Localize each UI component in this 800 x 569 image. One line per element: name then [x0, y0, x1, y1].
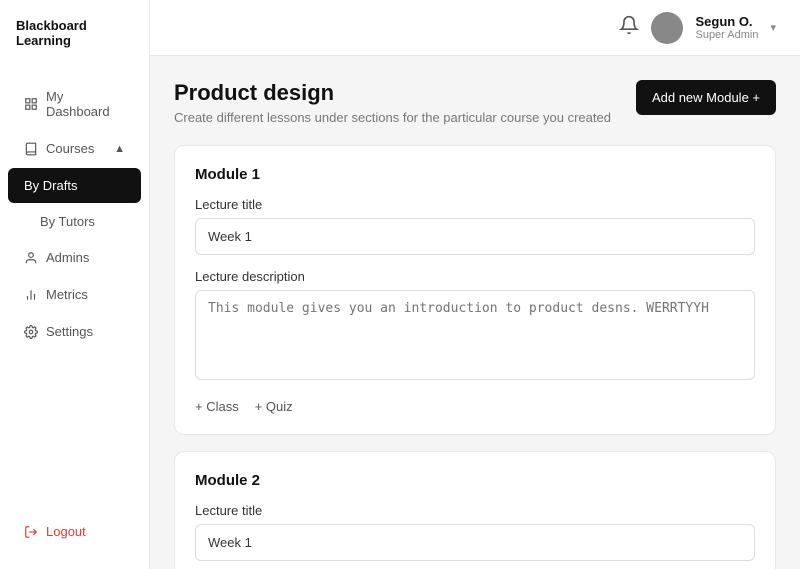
book-icon — [24, 142, 38, 156]
page-header: Product design Create different lessons … — [174, 80, 776, 125]
module-1-add-class-button[interactable]: + Class — [195, 399, 239, 414]
sidebar: Blackboard Learning My Dashboard Courses… — [0, 0, 150, 569]
logout-label: Logout — [46, 524, 86, 539]
sidebar-item-settings-label: Settings — [46, 324, 93, 339]
main-content: Segun O. Super Admin ▾ Product design Cr… — [150, 0, 800, 569]
bar-chart-icon — [24, 288, 38, 302]
logout-button[interactable]: Logout — [8, 514, 141, 549]
sidebar-item-by-drafts-label: By Drafts — [24, 178, 77, 193]
module-1-title: Module 1 — [195, 166, 755, 183]
sidebar-nav: My Dashboard Courses ▲ By Drafts By Tuto… — [0, 68, 149, 504]
module-1-lecture-title-label: Lecture title — [195, 197, 755, 212]
sidebar-item-metrics-label: Metrics — [46, 287, 88, 302]
sidebar-item-courses[interactable]: Courses ▲ — [8, 131, 141, 166]
sidebar-item-admins-label: Admins — [46, 250, 89, 265]
sidebar-item-by-tutors-label: By Tutors — [40, 214, 95, 229]
module-2-lecture-title-input[interactable] — [195, 524, 755, 561]
module-1-lecture-desc-textarea[interactable] — [195, 290, 755, 380]
sidebar-item-dashboard[interactable]: My Dashboard — [8, 79, 141, 129]
module-1-add-quiz-button[interactable]: + Quiz — [255, 399, 293, 414]
sidebar-item-courses-label: Courses — [46, 141, 94, 156]
add-new-module-button[interactable]: Add new Module + — [636, 80, 776, 115]
user-info: Segun O. Super Admin — [695, 14, 758, 41]
module-1-actions: + Class + Quiz — [195, 399, 755, 414]
topbar: Segun O. Super Admin ▾ — [150, 0, 800, 56]
module-1-lecture-desc-group: Lecture description — [195, 269, 755, 385]
sidebar-item-dashboard-label: My Dashboard — [46, 89, 125, 119]
module-1-lecture-title-input[interactable] — [195, 218, 755, 255]
sidebar-item-metrics[interactable]: Metrics — [8, 277, 141, 312]
page-content: Product design Create different lessons … — [150, 56, 800, 569]
gear-icon — [24, 325, 38, 339]
module-2-lecture-title-group: Lecture title — [195, 503, 755, 561]
module-2-title: Module 2 — [195, 472, 755, 489]
page-subtitle: Create different lessons under sections … — [174, 110, 611, 125]
module-card-2: Module 2 Lecture title — [174, 451, 776, 569]
person-icon — [24, 251, 38, 265]
module-2-lecture-title-label: Lecture title — [195, 503, 755, 518]
grid-icon — [24, 97, 38, 111]
module-1-lecture-desc-label: Lecture description — [195, 269, 755, 284]
notification-bell-icon[interactable] — [619, 15, 639, 40]
avatar — [651, 12, 683, 44]
chevron-up-icon: ▲ — [114, 143, 125, 155]
user-role: Super Admin — [695, 29, 758, 41]
sidebar-item-by-drafts[interactable]: By Drafts — [8, 168, 141, 203]
user-menu-chevron-icon[interactable]: ▾ — [770, 21, 776, 34]
power-icon — [24, 525, 38, 539]
sidebar-item-admins[interactable]: Admins — [8, 240, 141, 275]
page-header-text: Product design Create different lessons … — [174, 80, 611, 125]
sidebar-bottom: Logout — [0, 504, 149, 569]
sidebar-item-settings[interactable]: Settings — [8, 314, 141, 349]
user-name: Segun O. — [695, 14, 758, 29]
app-logo: Blackboard Learning — [0, 0, 149, 68]
sidebar-item-by-tutors[interactable]: By Tutors — [8, 204, 141, 239]
module-1-lecture-title-group: Lecture title — [195, 197, 755, 255]
module-card-1: Module 1 Lecture title Lecture descripti… — [174, 145, 776, 435]
page-title: Product design — [174, 80, 611, 106]
